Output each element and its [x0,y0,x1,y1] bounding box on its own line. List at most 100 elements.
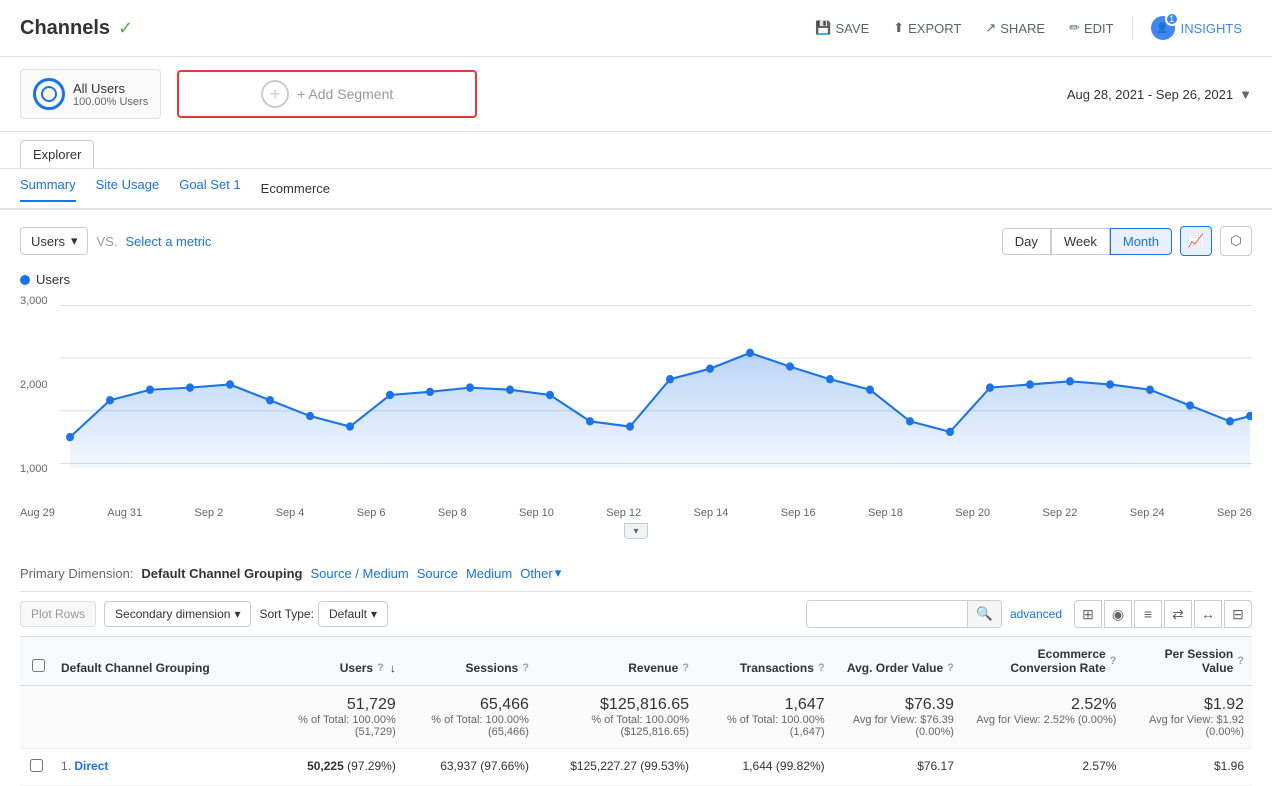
export-icon: ⬆ [893,20,904,36]
select-metric[interactable]: Select a metric [125,234,211,249]
total-sessions: 65,466 % of Total: 100.00% (65,466) [404,686,537,749]
users-help-icon[interactable]: ? [377,662,384,674]
sessions-help-icon[interactable]: ? [522,662,529,674]
top-bar-left: Channels ✓ [20,17,133,40]
metric-selector[interactable]: Users ▾ [20,227,88,255]
total-dim [53,686,273,749]
insights-button[interactable]: 👤 1 INSIGHTS [1141,10,1252,46]
expand-button[interactable]: ▾ [624,523,648,539]
add-segment-button[interactable]: + + Add Segment [177,70,477,118]
share-button[interactable]: ↗ SHARE [975,14,1055,42]
other-arrow: ▾ [555,565,562,581]
total-conv-rate: 2.52% Avg for View: 2.52% (0.00%) [962,686,1125,749]
pie-chart-icon: ⬡ [1230,233,1242,249]
select-all-checkbox[interactable] [32,659,45,672]
y-label-1000: 1,000 [20,463,48,475]
other-dropdown[interactable]: Other ▾ [520,565,561,581]
source-medium-link[interactable]: Source / Medium [310,566,408,581]
chart-container: 3,000 2,000 1,000 [20,295,1252,495]
scatter-view-button[interactable]: ↔ [1194,600,1222,628]
pie-chart-button[interactable]: ⬡ [1220,226,1252,256]
chart-section: Users ▾ VS. Select a metric Day Week Mon… [0,210,1272,555]
total-revenue: $125,816.65 % of Total: 100.00% ($125,81… [537,686,697,749]
th-users: Users ? ↓ [273,637,404,686]
search-button[interactable]: 🔍 [967,601,1001,627]
view-buttons: ⊞ ◉ ≡ ⇄ ↔ ⊟ [1074,600,1252,628]
legend-dot [20,275,30,285]
users-sort-icon[interactable]: ↓ [390,661,396,675]
sub-tabs: Summary Site Usage Goal Set 1 Ecommerce [0,169,1272,210]
bar-view-button[interactable]: ≡ [1134,600,1162,628]
sort-select[interactable]: Default ▾ [318,601,388,627]
direct-link[interactable]: Direct [74,759,108,773]
save-button[interactable]: 💾 SAVE [805,14,879,42]
y-axis-labels: 3,000 2,000 1,000 [20,295,56,495]
tab-summary[interactable]: Summary [20,177,76,202]
share-icon: ↗ [985,20,996,36]
th-dimension: Default Channel Grouping [53,637,273,686]
table-toolbar: Plot Rows Secondary dimension ▾ Sort Typ… [20,591,1252,636]
legend-label: Users [36,272,70,287]
secondary-dimension-select[interactable]: Secondary dimension ▾ [104,601,251,627]
per-session-help-icon[interactable]: ? [1237,655,1244,667]
insights-avatar: 👤 1 [1151,16,1175,40]
row-transactions: 1,644 (99.82%) [697,749,833,786]
conv-rate-help-icon[interactable]: ? [1110,655,1117,667]
explorer-tab[interactable]: Explorer [20,140,94,168]
chart-expand: ▾ [20,523,1252,539]
date-range-arrow: ▼ [1239,87,1252,102]
sort-type-row: Sort Type: Default ▾ [259,601,388,627]
export-button[interactable]: ⬆ EXPORT [883,14,971,42]
x-axis-labels: Aug 29 Aug 31 Sep 2 Sep 4 Sep 6 Sep 8 Se… [20,503,1252,519]
tab-site-usage[interactable]: Site Usage [96,177,160,200]
total-avg-order: $76.39 Avg for View: $76.39 (0.00%) [833,686,962,749]
row-avg-order: $76.17 [833,749,962,786]
row-dimension: 1. Direct [53,749,273,786]
chart-controls-left: Users ▾ VS. Select a metric [20,227,211,255]
revenue-help-icon[interactable]: ? [682,662,689,674]
th-sessions: Sessions ? [404,637,537,686]
row-conv-rate: 2.57% [962,749,1125,786]
add-segment-icon: + [261,80,289,108]
all-users-segment[interactable]: All Users 100.00% Users [20,69,161,119]
explorer-row: Explorer [0,132,1272,169]
segment-icon [33,78,65,110]
tab-ecommerce[interactable]: Ecommerce [261,181,330,196]
segment-inner [41,86,57,102]
primary-dim-active: Default Channel Grouping [141,566,302,581]
compare-view-button[interactable]: ⇄ [1164,600,1192,628]
segments-left: All Users 100.00% Users + + Add Segment [20,69,477,119]
vs-label: VS. [96,234,117,249]
row-per-session: $1.96 [1124,749,1252,786]
pivot-view-button[interactable]: ⊟ [1224,600,1252,628]
y-label-3000: 3,000 [20,295,48,307]
source-link[interactable]: Source [417,566,458,581]
edit-button[interactable]: ✏ EDIT [1059,14,1124,42]
search-box: 🔍 [806,600,1002,628]
row-checkbox[interactable] [30,759,43,772]
medium-link[interactable]: Medium [466,566,512,581]
avg-order-help-icon[interactable]: ? [947,662,954,674]
table-header-row: Default Channel Grouping Users ? ↓ Sessi… [20,637,1252,686]
th-per-session: Per Session Value ? [1124,637,1252,686]
pie-view-button[interactable]: ◉ [1104,600,1132,628]
advanced-link[interactable]: advanced [1010,607,1062,621]
week-button[interactable]: Week [1051,228,1110,255]
segment-label: All Users [73,81,148,96]
tab-goal-set[interactable]: Goal Set 1 [179,177,240,200]
day-button[interactable]: Day [1002,228,1051,255]
date-range[interactable]: Aug 28, 2021 - Sep 26, 2021 ▼ [1067,87,1252,102]
total-transactions: 1,647 % of Total: 100.00% (1,647) [697,686,833,749]
insights-badge: 1 [1165,12,1179,26]
th-avg-order: Avg. Order Value ? [833,637,962,686]
month-button[interactable]: Month [1110,228,1172,255]
sort-arrow: ▾ [371,607,377,621]
segment-sub: 100.00% Users [73,96,148,108]
total-check [20,686,53,749]
grid-view-button[interactable]: ⊞ [1074,600,1102,628]
transactions-help-icon[interactable]: ? [818,662,825,674]
row-check [20,749,53,786]
search-input[interactable] [807,602,967,626]
th-conv-rate: Ecommerce Conversion Rate ? [962,637,1125,686]
line-chart-button[interactable]: 📈 [1180,226,1212,256]
